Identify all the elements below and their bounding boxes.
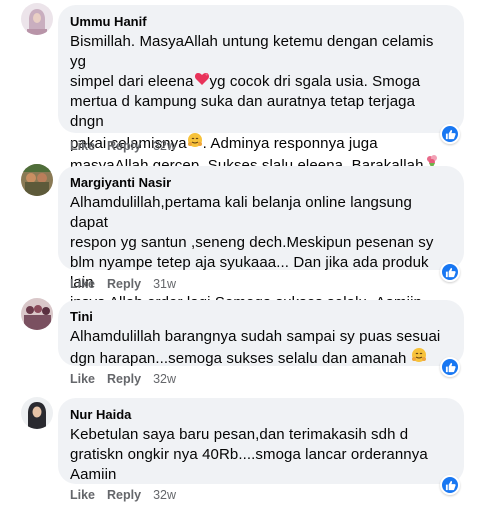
comment-actions: Like Reply 32w	[70, 138, 176, 154]
comment-line: Aamiin	[70, 466, 117, 483]
hugging-face-emoji-icon	[187, 132, 203, 150]
comment-line: gratiskn ongkir nya 40Rb....smoga lancar…	[70, 446, 428, 463]
comment-actions: Like Reply 31w	[70, 276, 176, 292]
comment-line: dgn harapan...semoga sukses selalu dan a…	[70, 347, 452, 369]
reply-button[interactable]: Reply	[107, 487, 141, 503]
comment-line: Kebetulan saya baru pesan,dan terimakasi…	[70, 426, 409, 443]
comment-text: Bismillah. MasyaAllah untung ketemu deng…	[70, 32, 452, 176]
timestamp[interactable]: 32w	[153, 138, 176, 154]
comment-bubble: Margiyanti Nasir Alhamdulillah,pertama k…	[58, 166, 464, 311]
comment-author[interactable]: Ummu Hanif	[70, 13, 452, 30]
like-reaction-icon[interactable]	[440, 124, 460, 144]
reply-button[interactable]: Reply	[107, 276, 141, 292]
like-button[interactable]: Like	[70, 371, 95, 387]
heart-emoji-icon	[194, 72, 210, 88]
comment-line: mertua d kampung suka dan auratnya tetap…	[70, 93, 416, 130]
comment-actions: Like Reply 32w	[70, 487, 176, 503]
like-button[interactable]: Like	[70, 487, 95, 503]
timestamp[interactable]: 32w	[153, 371, 176, 387]
comment-bubble: Tini Alhamdulillah barangnya sudah sampa…	[58, 300, 464, 369]
comment-segment: . Adminya responnya juga	[202, 135, 378, 152]
reply-button[interactable]: Reply	[107, 138, 141, 154]
hugging-face-emoji-icon	[411, 347, 427, 365]
comment-actions: Like Reply 32w	[70, 371, 176, 387]
like-reaction-icon[interactable]	[440, 357, 460, 377]
comment-line: simpel dari eleena yg cocok dri sgala usi…	[70, 72, 452, 92]
comment-line: respon yg santun ,seneng dech.Meskipun p…	[70, 234, 434, 251]
comment-bubble: Ummu Hanif Bismillah. MasyaAllah untung …	[58, 5, 464, 174]
comment-text: Alhamdulillah,pertama kali belanja onlin…	[70, 193, 452, 313]
comment-line: Alhamdulillah,pertama kali belanja onlin…	[70, 194, 412, 231]
avatar[interactable]	[21, 3, 53, 35]
comment-author[interactable]: Nur Haida	[70, 406, 452, 423]
comment-segment: yg cocok dri sgala usia. Smoga	[209, 73, 421, 90]
timestamp[interactable]: 32w	[153, 487, 176, 503]
timestamp[interactable]: 31w	[153, 276, 176, 292]
comment-author[interactable]: Margiyanti Nasir	[70, 174, 452, 191]
comment-text: Alhamdulillah barangnya sudah sampai sy …	[70, 327, 452, 369]
comment-author[interactable]: Tini	[70, 308, 452, 325]
like-button[interactable]: Like	[70, 138, 95, 154]
avatar[interactable]	[21, 397, 53, 429]
comment-segment: simpel dari eleena	[70, 73, 194, 90]
avatar[interactable]	[21, 164, 53, 196]
comment-line: Bismillah. MasyaAllah untung ketemu deng…	[70, 33, 434, 70]
comment-segment: dgn harapan...semoga sukses selalu dan a…	[70, 350, 407, 367]
comment-bubble: Nur Haida Kebetulan saya baru pesan,dan …	[58, 398, 464, 484]
avatar[interactable]	[21, 298, 53, 330]
like-reaction-icon[interactable]	[440, 475, 460, 495]
reply-button[interactable]: Reply	[107, 371, 141, 387]
like-reaction-icon[interactable]	[440, 262, 460, 282]
comment-text: Kebetulan saya baru pesan,dan terimakasi…	[70, 425, 452, 485]
comment-line: Alhamdulillah barangnya sudah sampai sy …	[70, 328, 441, 345]
like-button[interactable]: Like	[70, 276, 95, 292]
